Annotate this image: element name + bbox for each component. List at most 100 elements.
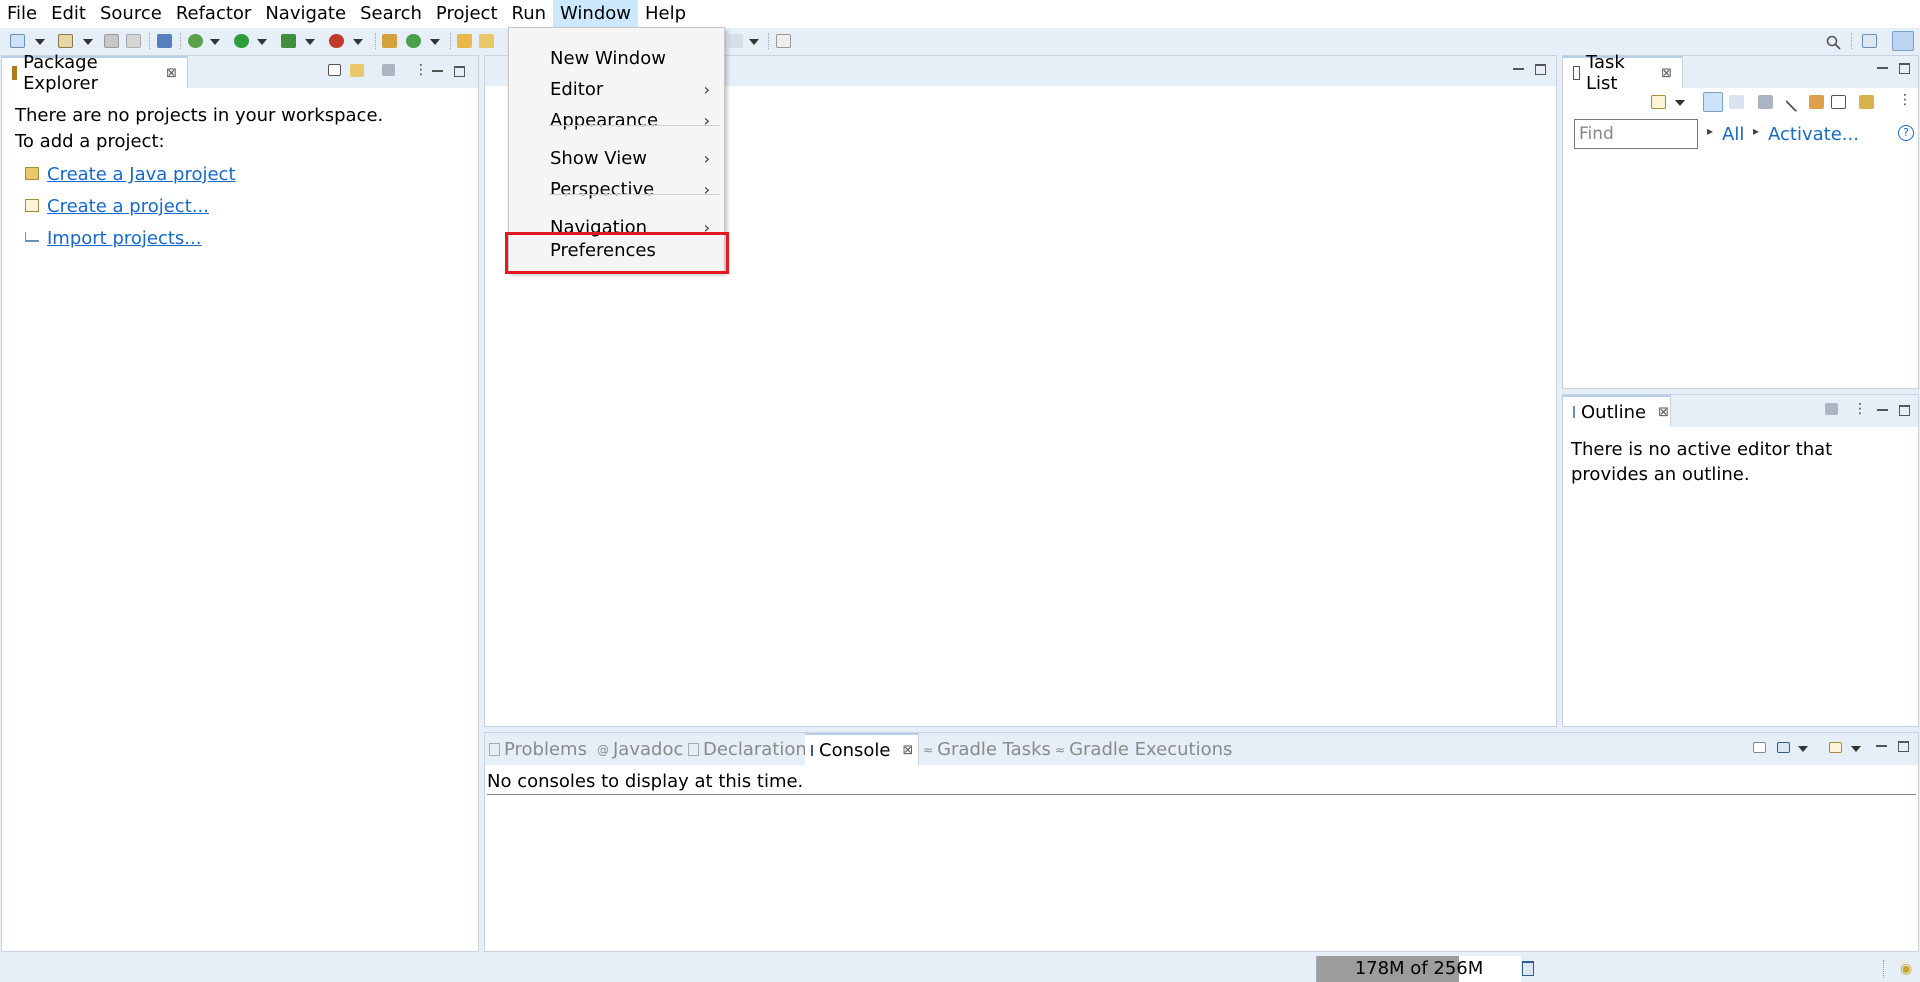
external-tools-dropdown-icon[interactable] (353, 39, 363, 45)
status-bar: ◉ (0, 956, 1920, 982)
maximize-icon[interactable] (1898, 741, 1909, 752)
heap-status-text: 178M of 256M (1354, 958, 1484, 979)
help-icon[interactable]: ? (1898, 125, 1914, 141)
open-console-pin-icon[interactable] (1753, 742, 1766, 753)
pin-editor-icon[interactable] (776, 34, 791, 48)
save-icon[interactable] (104, 34, 119, 48)
menu-item-appearance[interactable]: Appearance › (509, 106, 724, 136)
menu-item-perspective[interactable]: Perspective › (509, 175, 724, 205)
new-dropdown-icon[interactable] (35, 39, 45, 45)
minimize-icon[interactable] (1877, 405, 1888, 411)
focus-icon[interactable] (1758, 95, 1773, 109)
scheduled-icon[interactable] (1729, 95, 1744, 109)
menu-item-show-view[interactable]: Show View › (509, 144, 724, 174)
menu-window[interactable]: Window (553, 0, 639, 28)
activate-link[interactable]: Activate... (1768, 124, 1859, 145)
new-class-dropdown-icon[interactable] (430, 39, 440, 45)
heap-status[interactable]: 178M of 256M (1316, 956, 1521, 982)
garbage-collect-icon[interactable] (1522, 961, 1534, 976)
menu-item-new-window[interactable]: New Window (509, 44, 724, 74)
minimize-icon[interactable] (432, 66, 443, 72)
tab-problems[interactable]: Problems (489, 739, 587, 760)
menu-navigate[interactable]: Navigate (258, 0, 353, 28)
filter-icon[interactable] (382, 64, 395, 76)
minimize-icon[interactable] (1876, 741, 1887, 747)
open-folder-icon[interactable] (479, 34, 494, 48)
categorized-icon[interactable] (1703, 92, 1723, 112)
maximize-icon[interactable] (454, 66, 465, 77)
collapse-all-icon[interactable] (1831, 95, 1846, 109)
focus-icon[interactable] (1825, 403, 1838, 415)
open-perspective-icon[interactable] (1862, 34, 1877, 48)
menu-refactor[interactable]: Refactor (169, 0, 259, 28)
tab-declaration[interactable]: Declaration (688, 739, 807, 760)
synchronize-icon[interactable] (1809, 95, 1824, 109)
search-icon[interactable] (1826, 34, 1841, 50)
tab-package-explorer[interactable]: Package Explorer ⊠ (2, 52, 188, 94)
menu-edit[interactable]: Edit (44, 0, 93, 28)
menu-search[interactable]: Search (353, 0, 429, 28)
new-class-icon[interactable] (406, 34, 421, 48)
run-dropdown-icon[interactable] (257, 39, 267, 45)
maximize-icon[interactable] (1535, 64, 1546, 75)
debug-dropdown-icon[interactable] (210, 39, 220, 45)
maximize-icon[interactable] (1899, 405, 1910, 416)
package-explorer-panel: Package Explorer ⊠ ⋮ There are no projec… (1, 52, 479, 952)
run-icon[interactable] (234, 34, 249, 48)
tab-gradle-executions[interactable]: ≈ Gradle Executions (1055, 739, 1232, 760)
view-menu-icon[interactable]: ⋮ (1853, 401, 1867, 417)
close-icon[interactable]: ⊠ (166, 66, 177, 81)
outline-panel: Outline ⊠ ⋮ There is no active editor th… (1562, 394, 1919, 727)
maximize-icon[interactable] (1899, 63, 1910, 74)
new-task-icon[interactable] (1651, 95, 1666, 109)
debug-icon[interactable] (188, 34, 203, 48)
view-menu-icon[interactable]: ⋮ (1898, 92, 1912, 108)
tab-console[interactable]: Console ⊠ (805, 733, 919, 765)
display-console-dropdown-icon[interactable] (1798, 746, 1808, 752)
tab-outline[interactable]: Outline ⊠ (1563, 395, 1671, 427)
lightbulb-icon[interactable]: ◉ (1900, 961, 1912, 977)
menu-run[interactable]: Run (505, 0, 554, 28)
save-all-icon[interactable] (126, 34, 141, 48)
tab-task-list[interactable]: Task List ⊠ (1563, 52, 1683, 94)
java-perspective-icon[interactable] (1892, 31, 1914, 51)
display-console-icon[interactable] (1777, 742, 1790, 753)
all-link[interactable]: All (1722, 124, 1744, 145)
open-type-icon[interactable] (457, 34, 472, 48)
find-input[interactable]: Find (1574, 119, 1698, 149)
repository-icon[interactable] (1859, 95, 1874, 109)
forward-icon[interactable] (728, 34, 743, 48)
open-console-icon[interactable] (1829, 742, 1842, 753)
pin-icon[interactable] (157, 34, 172, 48)
menu-file[interactable]: File (0, 0, 44, 28)
create-project-link[interactable]: Create a project... (47, 196, 209, 217)
new-package-icon[interactable] (58, 34, 73, 48)
external-tools-icon[interactable] (329, 34, 344, 48)
new-package-dropdown-icon[interactable] (83, 39, 93, 45)
open-console-dropdown-icon[interactable] (1851, 746, 1861, 752)
tab-javadoc[interactable]: @ Javadoc (597, 739, 683, 760)
new-java-package-icon[interactable] (382, 34, 397, 48)
menu-item-editor[interactable]: Editor › (509, 75, 724, 105)
minimize-icon[interactable] (1877, 63, 1888, 69)
minimize-icon[interactable] (1513, 64, 1524, 70)
close-icon[interactable]: ⊠ (1658, 405, 1669, 420)
gradle-icon: ≈ (923, 742, 934, 757)
coverage-icon[interactable] (281, 34, 296, 48)
tab-gradle-tasks[interactable]: ≈ Gradle Tasks (923, 739, 1051, 760)
close-icon[interactable]: ⊠ (902, 743, 913, 758)
new-task-dropdown-icon[interactable] (1675, 100, 1685, 106)
hide-completed-icon[interactable] (1785, 91, 1806, 113)
close-icon[interactable]: ⊠ (1661, 66, 1672, 81)
forward-dropdown-icon[interactable] (749, 39, 759, 45)
link-with-editor-icon[interactable] (350, 64, 364, 77)
new-icon[interactable] (10, 34, 25, 48)
coverage-dropdown-icon[interactable] (305, 39, 315, 45)
import-projects-link[interactable]: Import projects... (47, 228, 201, 249)
view-menu-icon[interactable]: ⋮ (414, 62, 428, 78)
create-java-project-link[interactable]: Create a Java project (47, 164, 236, 185)
menu-source[interactable]: Source (93, 0, 169, 28)
menu-project[interactable]: Project (429, 0, 505, 28)
collapse-all-icon[interactable] (328, 64, 341, 76)
menu-help[interactable]: Help (638, 0, 693, 28)
